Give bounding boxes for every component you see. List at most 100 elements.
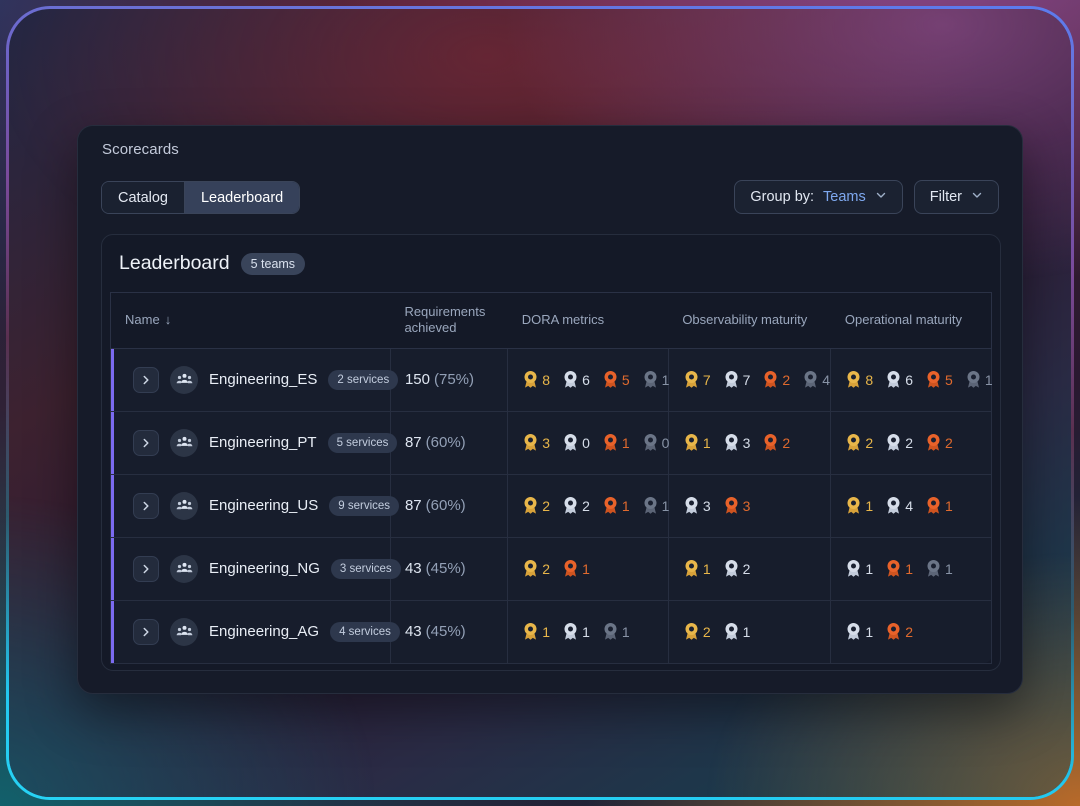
filter-label: Filter: [929, 189, 962, 205]
medal-silver: 6: [885, 370, 913, 389]
medal-gray-icon: [802, 370, 819, 389]
view-tabs: Catalog Leaderboard: [101, 181, 301, 214]
table-row[interactable]: Engineering_AG 4 services 43 (45%) 1 1 1…: [110, 600, 992, 664]
medal-silver-icon: [885, 433, 902, 452]
medal-gold-icon: [522, 622, 539, 641]
cell-observability: 2 1: [668, 600, 832, 664]
medal-gold: 2: [683, 622, 711, 641]
team-name[interactable]: Engineering_AG: [209, 623, 319, 640]
medal-gold: 2: [522, 559, 550, 578]
medal-silver-count: 2: [582, 497, 590, 514]
app-window: Scorecards Catalog Leaderboard Group by:…: [6, 6, 1074, 800]
medal-silver-count: 0: [582, 434, 590, 451]
team-name[interactable]: Engineering_US: [209, 497, 318, 514]
tab-catalog[interactable]: Catalog: [102, 182, 184, 213]
requirements-percent: (45%): [425, 623, 466, 640]
table-row[interactable]: Engineering_NG 3 services 43 (45%) 2 1 1…: [110, 537, 992, 601]
group-by-value: Teams: [823, 189, 866, 205]
medal-gray-icon: [642, 370, 659, 389]
filter-button[interactable]: Filter: [913, 180, 999, 214]
requirements-value: 43: [404, 623, 422, 640]
medal-silver: 2: [723, 559, 751, 578]
medal-bronze-icon: [602, 433, 619, 452]
medal-gray: 1: [642, 496, 669, 515]
medal-silver-count: 1: [865, 560, 874, 577]
medal-silver: 0: [562, 433, 590, 452]
table-row[interactable]: Engineering_ES 2 services 150 (75%) 8 6 …: [110, 348, 993, 412]
cell-operational: 2 2 2: [830, 411, 992, 475]
medal-gold-icon: [522, 496, 539, 515]
cell-dora: 3 0 1 0: [507, 411, 669, 475]
medal-bronze: 1: [602, 496, 630, 515]
medal-bronze-icon: [762, 370, 779, 389]
table-row[interactable]: Engineering_PT 5 services 87 (60%) 3 0 1…: [110, 411, 992, 475]
medal-bronze: 5: [602, 370, 630, 389]
medal-silver: 4: [885, 496, 913, 515]
medal-gold: 8: [522, 370, 550, 389]
column-header-requirements[interactable]: Requirements achieved: [390, 292, 508, 349]
table-header-row: Name ↓ Requirements achieved DORA metrics…: [110, 292, 992, 349]
row-expander-chevron-right-icon[interactable]: [133, 492, 159, 519]
requirements-value: 150: [404, 371, 430, 388]
medal-gold-count: 2: [702, 623, 711, 640]
column-header-observability[interactable]: Observability maturity: [668, 292, 831, 349]
medal-bronze-count: 1: [621, 497, 630, 514]
row-expander-chevron-right-icon[interactable]: [133, 618, 159, 645]
medal-gray-icon: [602, 622, 619, 641]
tab-leaderboard[interactable]: Leaderboard: [183, 182, 300, 213]
team-name[interactable]: Engineering_NG: [209, 560, 320, 577]
row-expander-chevron-right-icon[interactable]: [133, 429, 159, 456]
leaderboard-card: Leaderboard 5 teams Name↓ Requirements: [101, 234, 1001, 671]
table-body: Engineering_ES 2 services 150 (75%) 8 6 …: [110, 348, 993, 664]
medal-bronze: 5: [925, 370, 953, 389]
medal-gold-count: 2: [865, 434, 874, 451]
row-expander-chevron-right-icon[interactable]: [133, 366, 159, 393]
column-header-dora[interactable]: DORA metrics: [507, 292, 669, 349]
services-badge: 2 services: [328, 369, 399, 390]
medal-gold-count: 2: [542, 560, 551, 577]
medal-silver-icon: [845, 622, 862, 641]
medal-gold-count: 1: [702, 560, 711, 577]
column-header-name[interactable]: Name ↓: [110, 292, 391, 349]
medal-silver-count: 4: [905, 497, 914, 514]
medal-gold-icon: [522, 433, 539, 452]
medal-bronze: 1: [562, 559, 590, 578]
group-by-button[interactable]: Group by: Teams: [734, 180, 903, 214]
medal-gold: 1: [522, 622, 550, 641]
cell-operational: 1 1 1: [830, 537, 992, 601]
medal-bronze: 1: [885, 559, 913, 578]
medal-silver: 2: [562, 496, 590, 515]
medal-gold-count: 8: [542, 371, 551, 388]
cell-name: Engineering_AG 4 services: [110, 600, 400, 664]
medal-silver-icon: [723, 433, 740, 452]
medal-gold-icon: [845, 370, 862, 389]
table-row[interactable]: Engineering_US 9 services 87 (60%) 2 2 1…: [110, 474, 992, 538]
medal-bronze-count: 2: [782, 434, 791, 451]
medal-silver-icon: [723, 370, 740, 389]
medal-silver-count: 2: [742, 560, 751, 577]
group-by-label: Group by:: [750, 189, 815, 205]
medal-bronze-icon: [885, 622, 902, 641]
team-icon: [170, 617, 198, 646]
medal-silver: 3: [683, 496, 711, 515]
column-header-name-label: Name: [125, 312, 160, 328]
cell-dora: 2 2 1 1: [507, 474, 669, 538]
team-icon: [170, 554, 198, 583]
medal-bronze: 2: [762, 433, 790, 452]
team-name[interactable]: Engineering_PT: [209, 434, 317, 451]
medal-gold-icon: [683, 622, 700, 641]
cell-observability: 7 7 2 4: [668, 348, 832, 412]
team-count-badge: 5 teams: [240, 252, 306, 275]
requirements-value: 43: [404, 560, 422, 577]
sort-descending-icon[interactable]: ↓: [165, 312, 172, 327]
column-header-operational[interactable]: Operational maturity: [830, 292, 992, 349]
medal-silver-count: 3: [702, 497, 711, 514]
requirements-percent: (60%): [425, 497, 466, 514]
medal-gray-count: 1: [661, 371, 670, 388]
team-name[interactable]: Engineering_ES: [209, 371, 317, 388]
row-expander-chevron-right-icon[interactable]: [133, 555, 159, 582]
cell-requirements: 43 (45%): [390, 537, 509, 601]
medal-silver-icon: [562, 370, 579, 389]
medal-bronze-count: 1: [945, 497, 953, 514]
medal-gray-icon: [642, 433, 659, 452]
